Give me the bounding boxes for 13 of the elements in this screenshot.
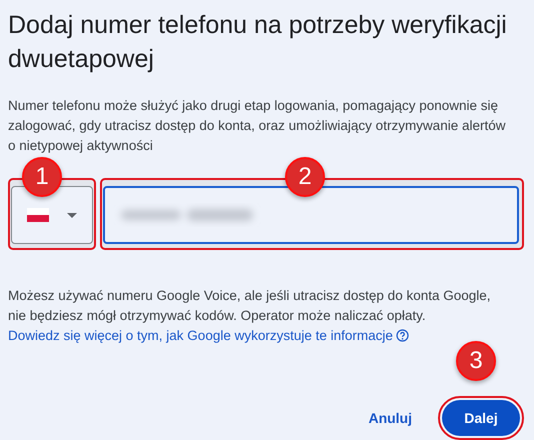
learn-more-link[interactable]: Dowiedz się więcej o tym, jak Google wykorzystuje te informacje: [8, 328, 393, 343]
flag-icon: [27, 208, 49, 222]
step-number-badge: 2: [285, 157, 325, 197]
next-button[interactable]: Dalej: [442, 400, 520, 436]
description: Numer telefonu może służyć jako drugi etap logowania, pomagający ponownie się zalogować, gdy utracisz dostęp do konta, oraz umożliwiający otrzymywanie alertów o nietypowej aktywności: [8, 97, 506, 155]
phone-field[interactable]: [103, 186, 519, 244]
caret-icon: [67, 212, 77, 218]
step-number-badge: 3: [456, 341, 496, 381]
cancel-button[interactable]: Anuluj: [364, 402, 416, 434]
country-select[interactable]: [11, 186, 93, 244]
help-icon[interactable]: [396, 329, 409, 342]
step-number-badge: 1: [22, 157, 62, 197]
page-title: Dodaj numer telefonu na potrzeby weryfikacji dwuetapowej: [8, 10, 508, 75]
